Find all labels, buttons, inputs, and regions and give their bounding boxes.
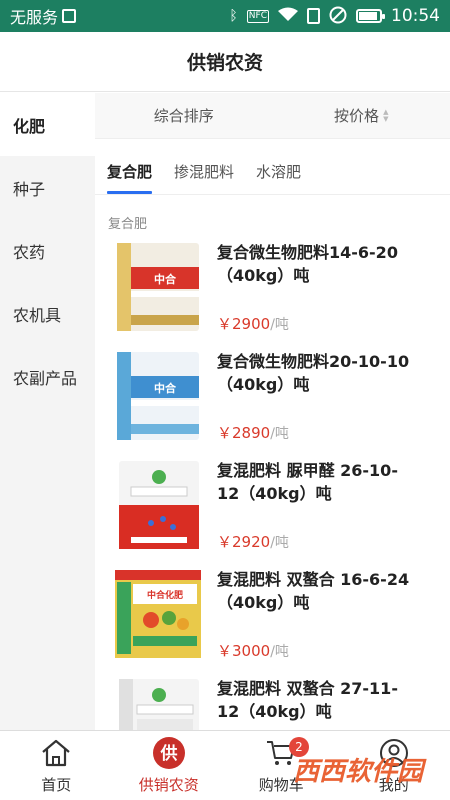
product-name: 复混肥料 脲甲醛 26-10-12（40kg）吨 — [217, 461, 398, 503]
sort-comprehensive[interactable]: 综合排序 — [95, 105, 273, 126]
product-info: 复混肥料 双螯合 16-6-24（40kg）吨 ￥3000/吨 — [217, 566, 417, 669]
sort-arrows-icon: ▲ ▼ — [383, 107, 389, 123]
nfc-icon: NFC — [246, 9, 269, 23]
price-value: ￥2900 — [217, 315, 271, 333]
product-price: ￥3000/吨 — [217, 640, 417, 661]
svg-text:中合: 中合 — [154, 381, 177, 395]
nav-supply-label: 供销农资 — [138, 776, 199, 794]
section-title: 复合肥 — [108, 217, 148, 232]
signal-icon — [307, 8, 320, 24]
clock: 10:54 — [391, 6, 440, 26]
product-price: ￥2920/吨 — [217, 531, 417, 552]
price-unit: /吨 — [270, 644, 289, 660]
product-image: 中合 — [117, 243, 199, 331]
nav-home[interactable]: 首页 — [0, 731, 113, 800]
product-info: 复混肥料 脲甲醛 26-10-12（40kg）吨 ￥2920/吨 — [217, 457, 417, 560]
supply-icon: 供 — [152, 736, 186, 770]
sort-comprehensive-label: 综合排序 — [153, 107, 214, 125]
category-sidebar: 化肥 种子 农药 农机具 农副产品 — [0, 93, 95, 730]
sidebar-item-byproducts[interactable]: 农副产品 — [0, 345, 95, 408]
product-info: 复合微生物肥料20-10-10（40kg）吨 ￥2890/吨 — [217, 348, 417, 451]
status-bar: 无服务 ᛒ NFC 10:54 — [0, 0, 450, 32]
price-value: ￥3000 — [217, 642, 271, 660]
sim-icon — [62, 9, 77, 23]
nav-supply[interactable]: 供 供销农资 — [113, 731, 226, 800]
sort-by-price[interactable]: 按价格 ▲ ▼ — [273, 105, 450, 126]
supply-icon-char: 供 — [159, 743, 177, 764]
svg-text:中合化肥: 中合化肥 — [147, 589, 183, 601]
product-item[interactable]: 复混肥料 脲甲醛 26-10-12（40kg）吨 ￥2920/吨 — [95, 451, 450, 560]
page-title: 供销农资 — [186, 52, 263, 74]
sidebar-item-machinery[interactable]: 农机具 — [0, 282, 95, 345]
svg-text:中合: 中合 — [154, 272, 177, 286]
price-unit: /吨 — [270, 535, 289, 551]
page-header: 供销农资 — [0, 32, 450, 92]
product-item[interactable]: 中合 复合微生物肥料14-6-20（40kg）吨 ￥2900/吨 — [95, 233, 450, 342]
sidebar-item-fertilizer[interactable]: 化肥 — [0, 93, 95, 156]
product-info: 复混肥料 双螯合 27-11-12（40kg）吨 — [217, 675, 417, 730]
product-image: 中合化肥 — [115, 570, 201, 658]
product-name: 复混肥料 双螯合 27-11-12（40kg）吨 — [217, 679, 398, 721]
product-name: 复合微生物肥料14-6-20（40kg）吨 — [217, 243, 398, 285]
tab-water-soluble[interactable]: 水溶肥 — [256, 161, 301, 194]
product-image — [119, 679, 199, 730]
home-icon — [39, 736, 73, 770]
battery-icon — [356, 9, 385, 23]
sort-bar: 综合排序 按价格 ▲ ▼ — [95, 93, 450, 139]
wifi-icon — [278, 7, 298, 25]
sidebar-item-pesticide[interactable]: 农药 — [0, 219, 95, 282]
product-price: ￥2900/吨 — [217, 313, 417, 334]
product-item[interactable]: 中合化肥 复混肥料 双螯合 16-6-24（40kg）吨 ￥3000/吨 — [95, 560, 450, 669]
watermark-logo: 西西软件园 — [292, 756, 423, 787]
product-info: 复合微生物肥料14-6-20（40kg）吨 ￥2900/吨 — [217, 239, 417, 342]
bluetooth-icon: ᛒ — [229, 8, 238, 24]
product-item[interactable]: 复混肥料 双螯合 27-11-12（40kg）吨 — [95, 669, 450, 730]
price-value: ￥2920 — [217, 533, 271, 551]
subcategory-tabs: 复合肥 掺混肥料 水溶肥 — [95, 145, 450, 195]
product-name: 复混肥料 双螯合 16-6-24（40kg）吨 — [217, 570, 410, 612]
carrier-text: 无服务 — [10, 8, 59, 27]
price-unit: /吨 — [270, 426, 289, 442]
nav-home-label: 首页 — [41, 776, 72, 794]
product-image — [119, 461, 199, 549]
tab-compound[interactable]: 复合肥 — [107, 161, 153, 194]
product-name: 复合微生物肥料20-10-10（40kg）吨 — [217, 352, 410, 394]
product-image: 中合 — [117, 352, 199, 440]
product-item[interactable]: 中合 复合微生物肥料20-10-10（40kg）吨 ￥2890/吨 — [95, 342, 450, 451]
sidebar-item-seeds[interactable]: 种子 — [0, 156, 95, 219]
do-not-disturb-icon — [329, 6, 347, 27]
price-value: ￥2890 — [217, 424, 271, 442]
tab-blended[interactable]: 掺混肥料 — [174, 161, 234, 194]
product-panel: 综合排序 按价格 ▲ ▼ 复合肥 掺混肥料 水溶肥 复合肥 中合 复合微生物肥料1… — [95, 93, 450, 730]
sort-by-price-label: 按价格 — [334, 107, 380, 125]
product-price: ￥2890/吨 — [217, 422, 417, 443]
price-unit: /吨 — [270, 317, 289, 333]
